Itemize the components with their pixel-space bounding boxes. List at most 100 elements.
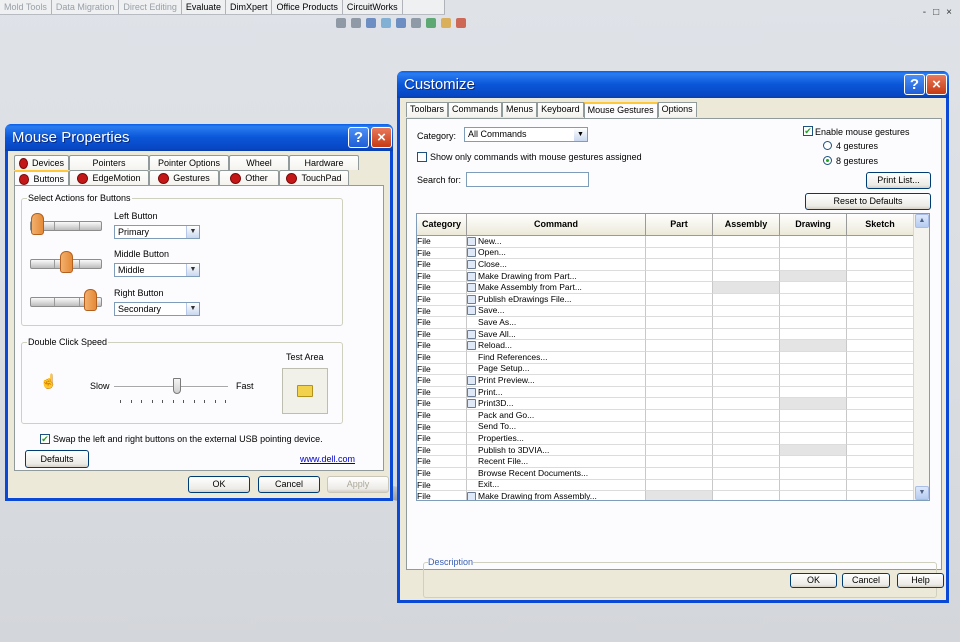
gesture-cell-part[interactable] (646, 410, 713, 422)
display-style-icon[interactable] (411, 18, 421, 28)
gesture-cell-drawing[interactable] (780, 433, 847, 445)
gesture-cell-part[interactable] (646, 468, 713, 480)
gesture-cell-assembly[interactable] (713, 386, 780, 399)
table-row[interactable]: File Send To... (417, 421, 914, 434)
middle-button-select[interactable]: Middle ▼ (114, 263, 200, 277)
print-list-button[interactable]: Print List... (866, 172, 931, 189)
gesture-cell-drawing[interactable] (780, 375, 847, 387)
gesture-cell-drawing[interactable] (780, 398, 847, 410)
gesture-cell-sketch[interactable] (847, 491, 914, 500)
speed-slider-thumb[interactable] (172, 378, 181, 394)
table-row[interactable]: File Make Drawing from Assembly... (417, 491, 914, 500)
gesture-cell-part[interactable] (646, 491, 713, 500)
dell-link[interactable]: www.dell.com (300, 454, 355, 464)
tab-edgemotion[interactable]: EdgeMotion (69, 170, 149, 185)
gesture-cell-sketch[interactable] (847, 363, 914, 376)
gesture-cell-sketch[interactable] (847, 247, 914, 260)
cmd-tab-office-products[interactable]: Office Products (272, 0, 343, 14)
gesture-cell-assembly[interactable] (713, 317, 780, 329)
cmd-tab-mold-tools[interactable]: Mold Tools (0, 0, 52, 14)
tab-options[interactable]: Options (657, 102, 697, 117)
gesture-cell-part[interactable] (646, 479, 713, 492)
tab-pointers[interactable]: Pointers (69, 155, 149, 170)
eight-gestures-radio[interactable] (823, 156, 832, 165)
gesture-cell-assembly[interactable] (713, 375, 780, 387)
gesture-cell-part[interactable] (646, 433, 713, 445)
tab-other[interactable]: Other (219, 170, 279, 185)
gesture-cell-sketch[interactable] (847, 352, 914, 364)
gesture-cell-drawing[interactable] (780, 340, 847, 352)
help-icon[interactable]: ? (904, 74, 925, 95)
gesture-cell-part[interactable] (646, 363, 713, 376)
folder-icon[interactable] (297, 385, 313, 397)
gesture-cell-drawing[interactable] (780, 294, 847, 306)
gesture-cell-part[interactable] (646, 352, 713, 364)
gesture-cell-drawing[interactable] (780, 386, 847, 399)
cmd-tab-circuitworks[interactable]: CircuitWorks (343, 0, 403, 14)
title-bar[interactable]: Customize ? × (397, 71, 949, 98)
gesture-cell-part[interactable] (646, 340, 713, 352)
gesture-cell-assembly[interactable] (713, 479, 780, 492)
cmd-tab-evaluate[interactable]: Evaluate (182, 0, 226, 14)
table-row[interactable]: File Recent File... (417, 456, 914, 468)
left-button-select[interactable]: Primary ▼ (114, 225, 200, 239)
scene-icon[interactable] (456, 18, 466, 28)
gesture-cell-drawing[interactable] (780, 259, 847, 271)
gesture-cell-assembly[interactable] (713, 282, 780, 294)
gesture-cell-part[interactable] (646, 282, 713, 294)
gesture-cell-sketch[interactable] (847, 479, 914, 492)
gesture-cell-assembly[interactable] (713, 305, 780, 318)
table-row[interactable]: File Save... (417, 305, 914, 318)
gesture-cell-sketch[interactable] (847, 456, 914, 468)
appearance-icon[interactable] (441, 18, 451, 28)
gesture-cell-assembly[interactable] (713, 294, 780, 306)
table-row[interactable]: File Publish eDrawings File... (417, 294, 914, 306)
table-row[interactable]: File Print3D... (417, 398, 914, 410)
tab-devices[interactable]: Devices (14, 155, 69, 170)
close-icon[interactable]: × (926, 74, 947, 95)
view-orientation-icon[interactable] (396, 18, 406, 28)
gesture-cell-drawing[interactable] (780, 479, 847, 492)
ok-button[interactable]: OK (790, 573, 837, 588)
gesture-cell-assembly[interactable] (713, 363, 780, 376)
gesture-cell-part[interactable] (646, 328, 713, 341)
swap-buttons-checkbox[interactable]: ✔ (40, 434, 50, 444)
gesture-cell-assembly[interactable] (713, 259, 780, 271)
ok-button[interactable]: OK (188, 476, 250, 493)
zoom-area-icon[interactable] (351, 18, 361, 28)
gesture-cell-drawing[interactable] (780, 410, 847, 422)
gesture-cell-assembly[interactable] (713, 236, 780, 248)
table-row[interactable]: File Publish to 3DVIA... (417, 444, 914, 457)
restore-icon[interactable]: □ (933, 7, 939, 18)
gesture-cell-assembly[interactable] (713, 433, 780, 445)
scroll-down-icon[interactable]: ▼ (915, 486, 929, 500)
table-row[interactable]: File Properties... (417, 433, 914, 445)
table-row[interactable]: File Open... (417, 247, 914, 260)
previous-view-icon[interactable] (366, 18, 376, 28)
table-row[interactable]: File Page Setup... (417, 363, 914, 376)
gesture-cell-assembly[interactable] (713, 270, 780, 283)
table-row[interactable]: File New... (417, 236, 914, 248)
gesture-cell-assembly[interactable] (713, 410, 780, 422)
gesture-cell-assembly[interactable] (713, 444, 780, 457)
table-row[interactable]: File Make Assembly from Part... (417, 282, 914, 294)
tab-keyboard[interactable]: Keyboard (537, 102, 584, 117)
table-row[interactable]: File Find References... (417, 352, 914, 364)
category-select[interactable]: All Commands ▼ (464, 127, 588, 142)
gesture-cell-part[interactable] (646, 294, 713, 306)
column-header-part[interactable]: Part (646, 214, 713, 236)
tab-touchpad[interactable]: TouchPad (279, 170, 349, 185)
tab-pointer-options[interactable]: Pointer Options (149, 155, 229, 170)
tab-menus[interactable]: Menus (502, 102, 538, 117)
gesture-cell-drawing[interactable] (780, 305, 847, 318)
column-header-category[interactable]: Category (417, 214, 467, 236)
gesture-cell-drawing[interactable] (780, 270, 847, 283)
gesture-cell-drawing[interactable] (780, 236, 847, 248)
right-button-select[interactable]: Secondary ▼ (114, 302, 200, 316)
gesture-cell-assembly[interactable] (713, 247, 780, 260)
cmd-tab-dimxpert[interactable]: DimXpert (226, 0, 273, 14)
cancel-button[interactable]: Cancel (842, 573, 890, 588)
gesture-cell-sketch[interactable] (847, 282, 914, 294)
column-header-assembly[interactable]: Assembly (713, 214, 780, 236)
gesture-cell-assembly[interactable] (713, 398, 780, 410)
